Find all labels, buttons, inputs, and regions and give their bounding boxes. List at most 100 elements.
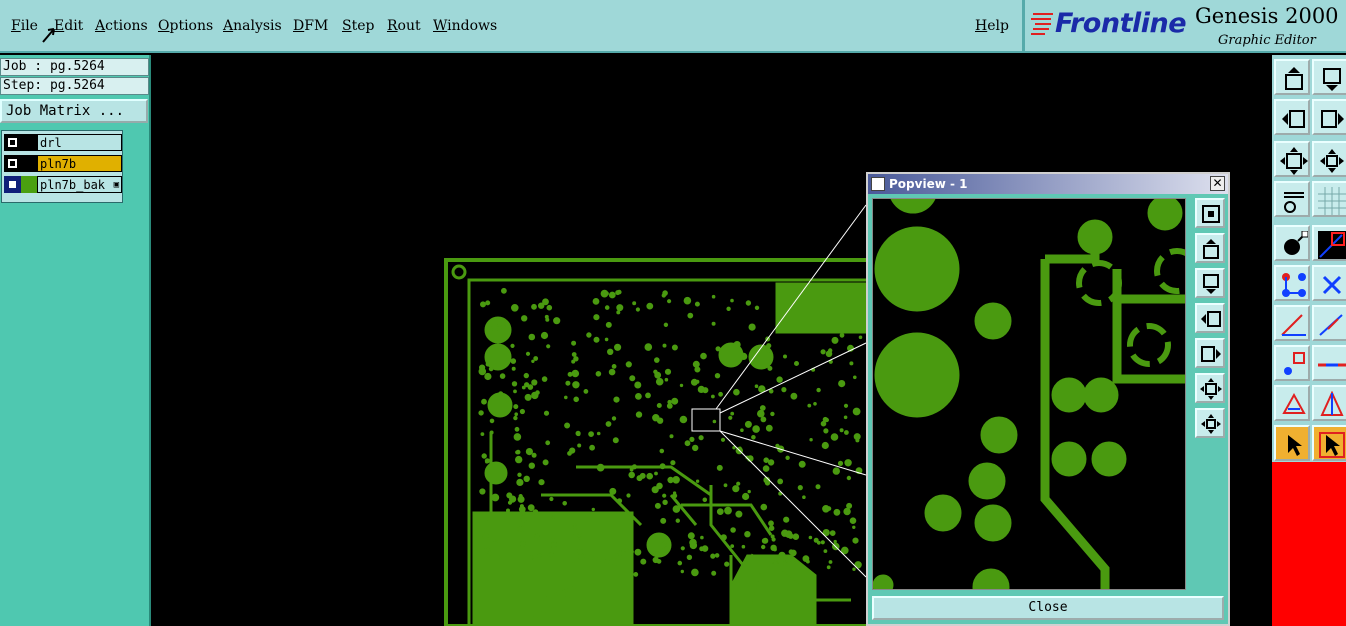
via xyxy=(744,557,749,562)
measure-button[interactable] xyxy=(1312,225,1346,261)
zoom-home-button[interactable] xyxy=(1274,59,1310,95)
close-icon[interactable]: ✕ xyxy=(1210,176,1225,191)
via xyxy=(546,304,553,311)
red-triangle-icon xyxy=(1320,391,1344,416)
via xyxy=(496,539,502,544)
popview-down-icon xyxy=(1203,274,1219,294)
menu-analysis[interactable]: Analysis xyxy=(223,18,282,34)
via xyxy=(571,352,577,357)
via xyxy=(538,479,545,486)
pan-left-button[interactable] xyxy=(1274,99,1310,135)
via xyxy=(806,559,810,564)
zoom-extents-button[interactable] xyxy=(1312,141,1346,177)
popview-right-icon xyxy=(1201,346,1221,362)
grid-button[interactable] xyxy=(1312,181,1346,217)
popview-titlebar[interactable]: Popview - 1 ✕ xyxy=(868,174,1228,194)
via xyxy=(518,506,526,513)
popview-left-button[interactable] xyxy=(1195,303,1225,333)
line-angle-button[interactable] xyxy=(1274,305,1310,341)
window-menu-icon[interactable] xyxy=(871,177,885,191)
layer-row-pln7b-bak[interactable]: pln7b_bak ▣ xyxy=(4,176,122,193)
via xyxy=(832,467,840,475)
line-red-button[interactable] xyxy=(1312,305,1346,341)
grid-icon xyxy=(1318,187,1346,215)
red-triangle-button[interactable] xyxy=(1312,385,1346,421)
via xyxy=(720,437,726,442)
via xyxy=(744,420,752,428)
via xyxy=(700,352,707,360)
popview-fit-button[interactable] xyxy=(1195,373,1225,403)
via xyxy=(672,505,681,513)
select-feature-button[interactable] xyxy=(1274,225,1310,261)
layer-color-swatch xyxy=(21,134,37,151)
menu-windows[interactable]: Windows xyxy=(433,18,497,34)
via xyxy=(720,534,727,541)
menu-rout[interactable]: Rout xyxy=(387,18,421,34)
popview-close-button[interactable]: Close xyxy=(872,596,1224,620)
menu-file[interactable]: File xyxy=(11,18,38,34)
menu-dfm[interactable]: DFM xyxy=(293,18,328,34)
via xyxy=(823,549,828,554)
popview-canvas[interactable] xyxy=(872,198,1186,590)
via xyxy=(595,371,602,377)
layer-row-drl[interactable]: drl xyxy=(4,134,122,151)
popview-up-button[interactable] xyxy=(1195,233,1225,263)
via xyxy=(524,382,530,388)
via xyxy=(608,368,616,376)
via xyxy=(662,499,668,505)
menu-help[interactable]: Help xyxy=(975,18,1009,34)
job-matrix-button[interactable]: Job Matrix ... xyxy=(0,99,148,123)
via xyxy=(826,506,832,511)
popview-down-button[interactable] xyxy=(1195,268,1225,298)
via xyxy=(596,463,605,472)
via xyxy=(624,548,630,553)
layer-toggle[interactable] xyxy=(4,155,21,172)
popview-extents-button[interactable] xyxy=(1195,408,1225,438)
via xyxy=(532,509,539,515)
via xyxy=(742,492,750,501)
via xyxy=(577,553,585,560)
via xyxy=(491,323,499,332)
popview-right-button[interactable] xyxy=(1195,338,1225,368)
frontline-mark-icon xyxy=(1031,13,1053,35)
via xyxy=(485,300,491,306)
via xyxy=(514,426,520,432)
menu-options[interactable]: Options xyxy=(158,18,213,34)
via xyxy=(479,488,486,495)
via xyxy=(730,527,736,533)
zoom-in-button[interactable] xyxy=(1312,59,1346,95)
via xyxy=(528,462,535,469)
cross-button[interactable] xyxy=(1312,265,1346,301)
via xyxy=(735,510,743,518)
line-angle-icon xyxy=(1281,314,1306,336)
via xyxy=(699,546,704,552)
via xyxy=(843,507,851,516)
red-line-button[interactable] xyxy=(1312,345,1346,381)
pointer-button[interactable] xyxy=(1274,425,1310,461)
red-line-icon xyxy=(1318,363,1346,367)
via xyxy=(732,446,736,450)
triangle-button[interactable] xyxy=(1274,385,1310,421)
node-cross-button[interactable] xyxy=(1274,345,1310,381)
snap-settings-button[interactable] xyxy=(1274,181,1310,217)
zoom-fit-button[interactable] xyxy=(1274,141,1310,177)
menu-actions[interactable]: Actions xyxy=(95,18,148,34)
pointer-box-button[interactable] xyxy=(1312,425,1346,461)
via xyxy=(654,551,661,558)
layer-toggle[interactable] xyxy=(4,134,21,151)
via xyxy=(758,385,766,393)
menu-step[interactable]: Step xyxy=(342,18,374,34)
layer-menu-icon[interactable]: ▣ xyxy=(114,177,119,193)
via xyxy=(564,395,568,400)
pan-right-button[interactable] xyxy=(1312,99,1346,135)
popview-zoom-button[interactable] xyxy=(1195,198,1225,228)
via xyxy=(694,301,700,307)
menu-edit[interactable]: Edit xyxy=(54,18,83,34)
via xyxy=(576,432,581,437)
via xyxy=(480,432,485,437)
via xyxy=(849,361,854,366)
connected-nodes-button[interactable] xyxy=(1274,265,1310,301)
layer-row-pln7b[interactable]: pln7b xyxy=(4,155,122,172)
layer-toggle[interactable] xyxy=(4,176,21,193)
via xyxy=(654,471,658,476)
